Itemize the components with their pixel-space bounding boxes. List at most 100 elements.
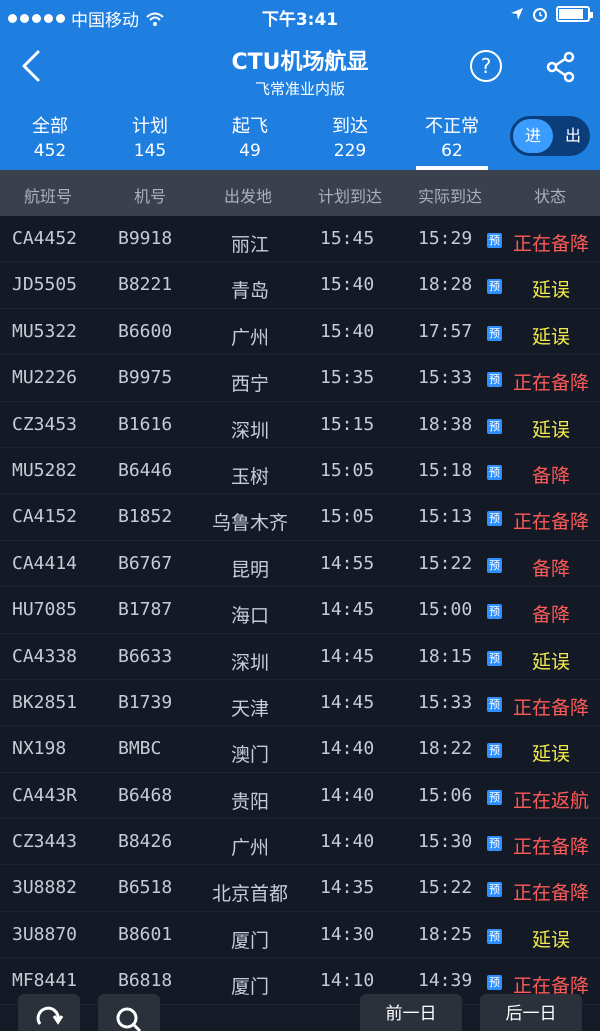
actual-arrival: 15:33 (418, 691, 473, 713)
status-label: 正在备降 (512, 882, 589, 905)
actual-arrival: 18:28 (418, 274, 473, 296)
prev-day-button[interactable]: 前一日 (360, 994, 462, 1031)
flight-number: CA443R (12, 784, 78, 806)
alarm-icon (533, 8, 547, 22)
flight-number: HU7085 (12, 599, 78, 621)
forecast-badge-icon: 预 (487, 511, 502, 527)
share-icon[interactable] (544, 50, 578, 84)
planned-arrival: 14:40 (320, 831, 375, 853)
status-label: 正在返航 (512, 789, 589, 812)
actual-arrival: 18:22 (418, 738, 473, 760)
planned-arrival: 14:40 (320, 784, 375, 806)
origin: 贵阳 (230, 790, 269, 813)
table-row[interactable]: CZ3453 B1616 深圳 15:15 18:38 预 延误 (0, 401, 600, 448)
next-day-button[interactable]: 后一日 (480, 994, 582, 1031)
flight-number: MF8441 (12, 970, 78, 992)
aircraft-reg: B8221 (118, 274, 173, 296)
planned-arrival: 15:35 (320, 367, 375, 389)
refresh-button[interactable] (18, 994, 80, 1031)
header-flight: 航班号 (24, 187, 73, 206)
tab-label: 不正常 (425, 116, 479, 137)
header-status: 状态 (534, 187, 567, 206)
table-row[interactable]: CA4152 B1852 乌鲁木齐 15:05 15:13 预正在备降 (0, 494, 600, 541)
toggle-out[interactable]: 出 (558, 116, 588, 156)
table-row[interactable]: JD5505 B8221 青岛 15:40 18:28 预 延误 (0, 262, 600, 309)
table-row[interactable]: CA4452 B9918 丽江 15:45 15:29 预正在备降 (0, 216, 600, 263)
in-out-toggle[interactable]: 进 出 (510, 116, 590, 156)
planned-arrival: 14:30 (320, 923, 375, 945)
table-row[interactable]: BK2851 B1739 天津 14:45 15:33 预正在备降 (0, 679, 600, 727)
table-row[interactable]: 3U8870 B8601 厦门 14:30 18:25 预 延误 (0, 911, 600, 959)
aircraft-reg: B1616 (118, 413, 173, 435)
status-label: 延误 (531, 743, 570, 766)
forecast-badge-icon: 预 (487, 696, 502, 712)
header-origin: 出发地 (224, 187, 273, 206)
forecast-badge-icon: 预 (487, 789, 502, 805)
table-row[interactable]: CZ3443 B8426 广州 14:40 15:30 预正在备降 (0, 819, 600, 866)
planned-arrival: 14:10 (320, 970, 375, 992)
header-actual: 实际到达 (418, 187, 483, 206)
origin: 广州 (230, 837, 269, 860)
toggle-in[interactable]: 进 (513, 119, 553, 153)
forecast-badge-icon: 预 (487, 928, 502, 944)
planned-arrival: 15:05 (320, 506, 375, 528)
table-row[interactable]: NX198 BMBC 澳门 14:40 18:22 预 延误 (0, 726, 600, 773)
actual-arrival: 15:22 (418, 877, 473, 899)
status-label: 备降 (531, 557, 570, 580)
flight-number: CA4338 (12, 645, 78, 667)
origin: 广州 (230, 326, 269, 349)
table-row[interactable]: 3U8882 B6518 北京首都 14:35 15:22 预正在备降 (0, 865, 600, 912)
actual-arrival: 14:39 (418, 970, 473, 992)
origin: 澳门 (230, 744, 269, 767)
actual-arrival: 18:25 (418, 923, 473, 945)
aircraft-reg: B6468 (118, 784, 173, 806)
forecast-badge-icon: 预 (487, 233, 502, 248)
status-label: 延误 (531, 279, 570, 302)
status-label: 正在备降 (512, 233, 589, 255)
aircraft-reg: B9975 (118, 367, 173, 389)
header-planned: 计划到达 (318, 187, 383, 206)
flight-list: CA4452 B9918 丽江 15:45 15:29 预正在备降 JD5505 B8221 青… (0, 216, 600, 1005)
refresh-icon (36, 1006, 64, 1025)
table-row[interactable]: CA4338 B6633 深圳 14:45 18:15 预 延误 (0, 633, 600, 680)
origin: 天津 (230, 697, 269, 720)
table-row[interactable]: CA443R B6468 贵阳 14:40 15:06 预正在返航 (0, 772, 600, 820)
tab-planned[interactable]: 计划 145 (105, 112, 195, 161)
help-icon[interactable]: ? (470, 50, 502, 82)
flight-number: MU5322 (12, 320, 78, 342)
tab-label: 全部 (32, 116, 68, 137)
aircraft-reg: B1739 (118, 691, 173, 713)
status-label: 正在备降 (512, 836, 589, 859)
actual-arrival: 15:13 (418, 506, 473, 528)
flight-number: CA4452 (12, 228, 78, 249)
tab-irregular[interactable]: 不正常 62 (407, 112, 497, 161)
search-button[interactable] (98, 994, 160, 1031)
planned-arrival: 15:05 (320, 459, 375, 481)
aircraft-reg: B1852 (118, 506, 173, 528)
actual-arrival: 15:29 (418, 228, 473, 249)
page-title: CTU机场航显 (231, 50, 369, 75)
actual-arrival: 15:00 (418, 599, 473, 621)
origin: 丽江 (230, 234, 269, 256)
aircraft-reg: B6600 (118, 320, 173, 342)
table-row[interactable]: MU2226 B9975 西宁 15:35 15:33 预正在备降 (0, 355, 600, 402)
table-row[interactable]: MU5322 B6600 广州 15:40 17:57 预 延误 (0, 308, 600, 356)
flight-number: CZ3443 (12, 831, 78, 853)
forecast-badge-icon: 预 (487, 372, 502, 388)
aircraft-reg: B6446 (118, 459, 173, 481)
aircraft-reg: B9918 (118, 228, 173, 249)
tab-arrived[interactable]: 到达 229 (305, 112, 395, 161)
forecast-badge-icon: 预 (487, 604, 502, 620)
aircraft-reg: B6818 (118, 970, 173, 992)
tab-all[interactable]: 全部 452 (5, 112, 95, 161)
table-row[interactable]: MU5282 B6446 玉树 15:05 15:18 预 备降 (0, 447, 600, 495)
forecast-badge-icon: 预 (487, 836, 502, 852)
planned-arrival: 15:40 (320, 274, 375, 296)
tab-departed[interactable]: 起飞 49 (205, 112, 295, 161)
planned-arrival: 15:45 (320, 228, 375, 249)
table-row[interactable]: CA4414 B6767 昆明 14:55 15:22 预 备降 (0, 540, 600, 588)
table-row[interactable]: HU7085 B1787 海口 14:45 15:00 预 备降 (0, 587, 600, 634)
page-subtitle: 飞常准业内版 (254, 80, 345, 98)
origin: 西宁 (230, 373, 269, 396)
flight-number: CA4152 (12, 506, 78, 528)
